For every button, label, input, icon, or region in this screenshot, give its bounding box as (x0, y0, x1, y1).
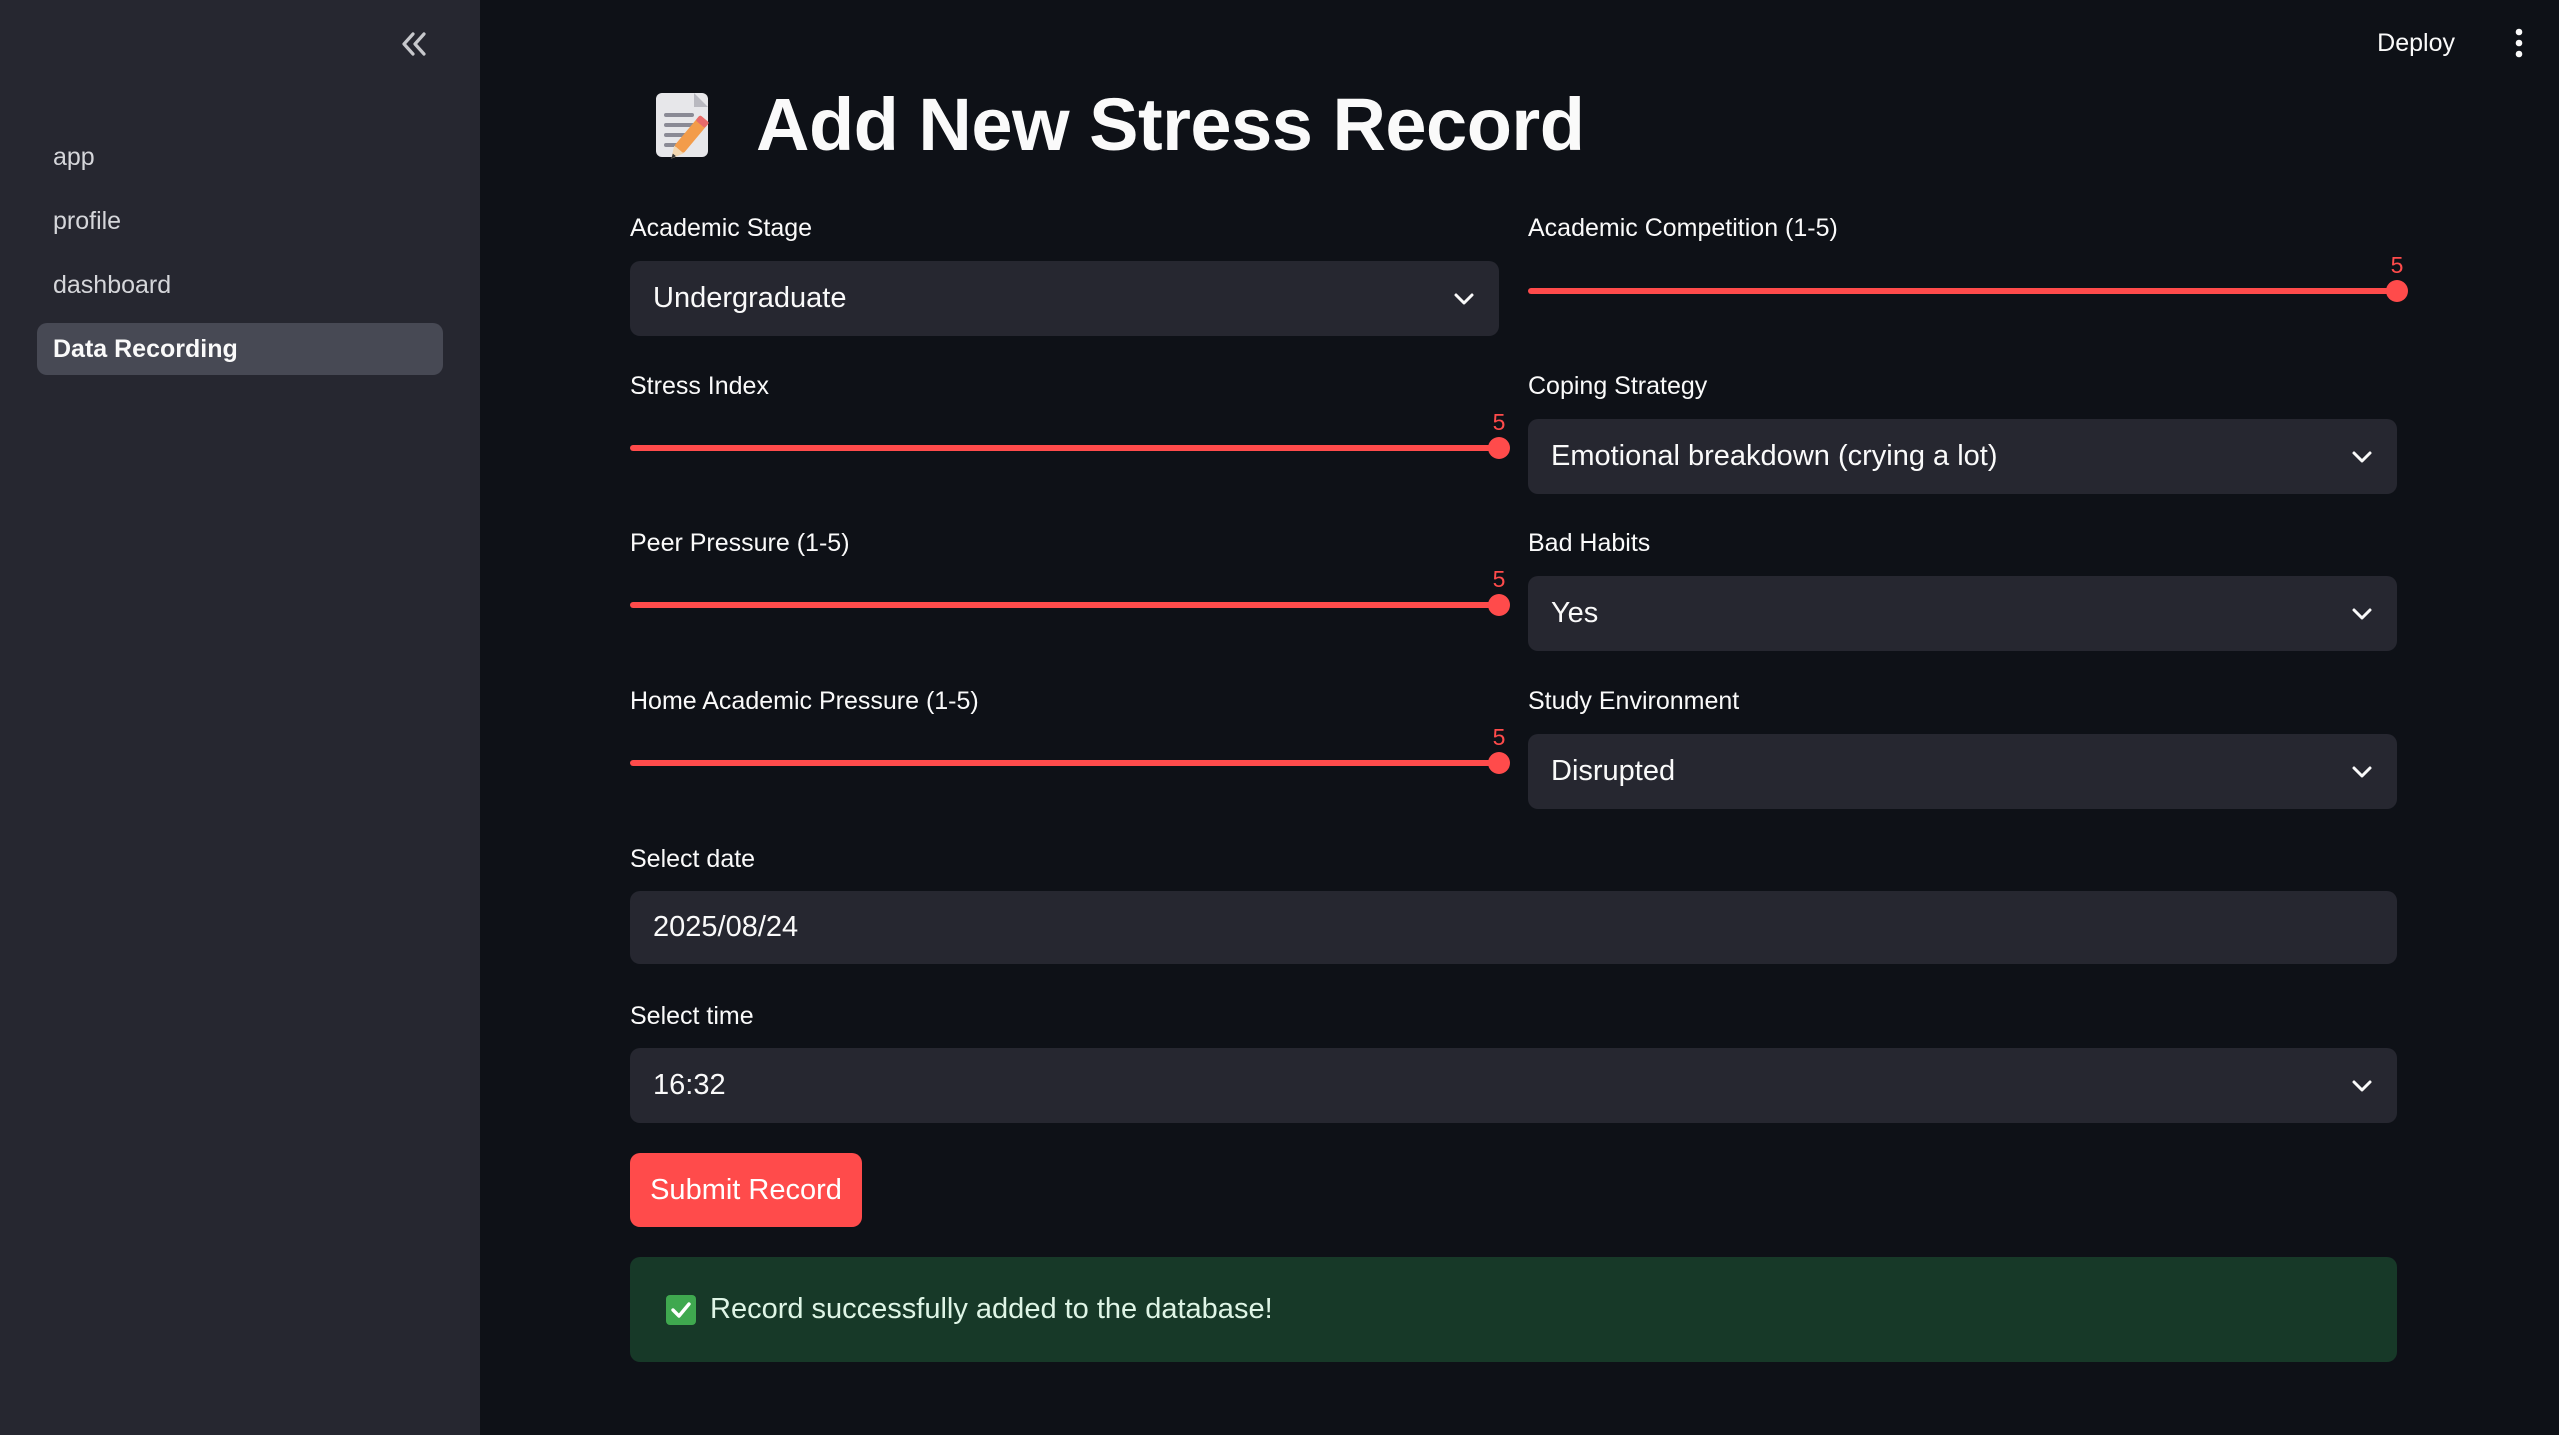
home-academic-pressure-slider[interactable]: 5 (630, 724, 1510, 784)
main-menu-button[interactable] (2499, 21, 2539, 65)
deploy-button[interactable]: Deploy (2357, 17, 2475, 70)
sidebar: app profile dashboard Data Recording (0, 0, 480, 1435)
slider-track (630, 760, 1499, 766)
study-environment-select[interactable]: Disrupted (1528, 734, 2397, 809)
chevron-down-icon (2352, 766, 2372, 777)
study-environment-label: Study Environment (1528, 687, 1740, 715)
stress-index-label: Stress Index (630, 372, 769, 400)
slider-track (630, 445, 1499, 451)
coping-strategy-select[interactable]: Emotional breakdown (crying a lot) (1528, 419, 2397, 494)
success-alert: Record successfully added to the databas… (630, 1257, 2397, 1362)
chevron-down-icon (2352, 608, 2372, 619)
academic-competition-label: Academic Competition (1-5) (1528, 214, 1838, 242)
slider-thumb[interactable] (1488, 752, 1510, 774)
slider-thumb[interactable] (2386, 280, 2408, 302)
success-message: Record successfully added to the databas… (710, 1293, 1273, 1325)
peer-pressure-slider[interactable]: 5 (630, 566, 1510, 626)
academic-competition-slider[interactable]: 5 (1528, 252, 2408, 312)
time-select[interactable]: 16:32 (630, 1048, 2397, 1123)
date-input[interactable]: 2025/08/24 (630, 891, 2397, 964)
sidebar-nav: app profile dashboard Data Recording (37, 131, 443, 387)
time-value: 16:32 (653, 1069, 726, 1101)
bad-habits-select[interactable]: Yes (1528, 576, 2397, 651)
select-date-label: Select date (630, 845, 756, 873)
slider-track (630, 602, 1499, 608)
study-environment-value: Disrupted (1551, 755, 1676, 787)
chevron-down-icon (1454, 293, 1474, 304)
page-title: Add New Stress Record (756, 83, 1585, 166)
date-value: 2025/08/24 (653, 911, 799, 943)
bad-habits-label: Bad Habits (1528, 529, 1651, 557)
home-academic-pressure-label: Home Academic Pressure (1-5) (630, 687, 979, 715)
coping-strategy-value: Emotional breakdown (crying a lot) (1551, 440, 1998, 472)
header-toolbar: Deploy (2357, 0, 2559, 86)
sidebar-item-data-recording[interactable]: Data Recording (37, 323, 443, 375)
submit-record-button[interactable]: Submit Record (630, 1153, 862, 1227)
coping-strategy-label: Coping Strategy (1528, 372, 1708, 400)
sidebar-item-dashboard[interactable]: dashboard (37, 259, 443, 311)
memo-pencil-icon (656, 92, 709, 159)
academic-stage-label: Academic Stage (630, 214, 813, 242)
check-mark-icon (666, 1294, 696, 1325)
slider-value: 5 (2390, 252, 2404, 278)
slider-track (1528, 288, 2397, 294)
select-time-label: Select time (630, 1002, 754, 1030)
slider-value: 5 (1492, 724, 1506, 750)
kebab-menu-icon (2515, 28, 2523, 58)
double-chevron-left-icon (402, 32, 426, 56)
slider-thumb[interactable] (1488, 594, 1510, 616)
bad-habits-value: Yes (1551, 597, 1599, 629)
chevron-down-icon (2352, 1080, 2372, 1091)
slider-value: 5 (1492, 409, 1506, 435)
peer-pressure-label: Peer Pressure (1-5) (630, 529, 850, 557)
slider-thumb[interactable] (1488, 437, 1510, 459)
collapse-sidebar-button[interactable] (389, 22, 439, 66)
chevron-down-icon (2352, 451, 2372, 462)
slider-value: 5 (1492, 566, 1506, 592)
academic-stage-value: Undergraduate (653, 282, 847, 314)
sidebar-item-profile[interactable]: profile (37, 195, 443, 247)
sidebar-item-app[interactable]: app (37, 131, 443, 183)
page-header: Add New Stress Record (650, 82, 1585, 167)
stress-index-slider[interactable]: 5 (630, 409, 1510, 469)
academic-stage-select[interactable]: Undergraduate (630, 261, 1499, 336)
